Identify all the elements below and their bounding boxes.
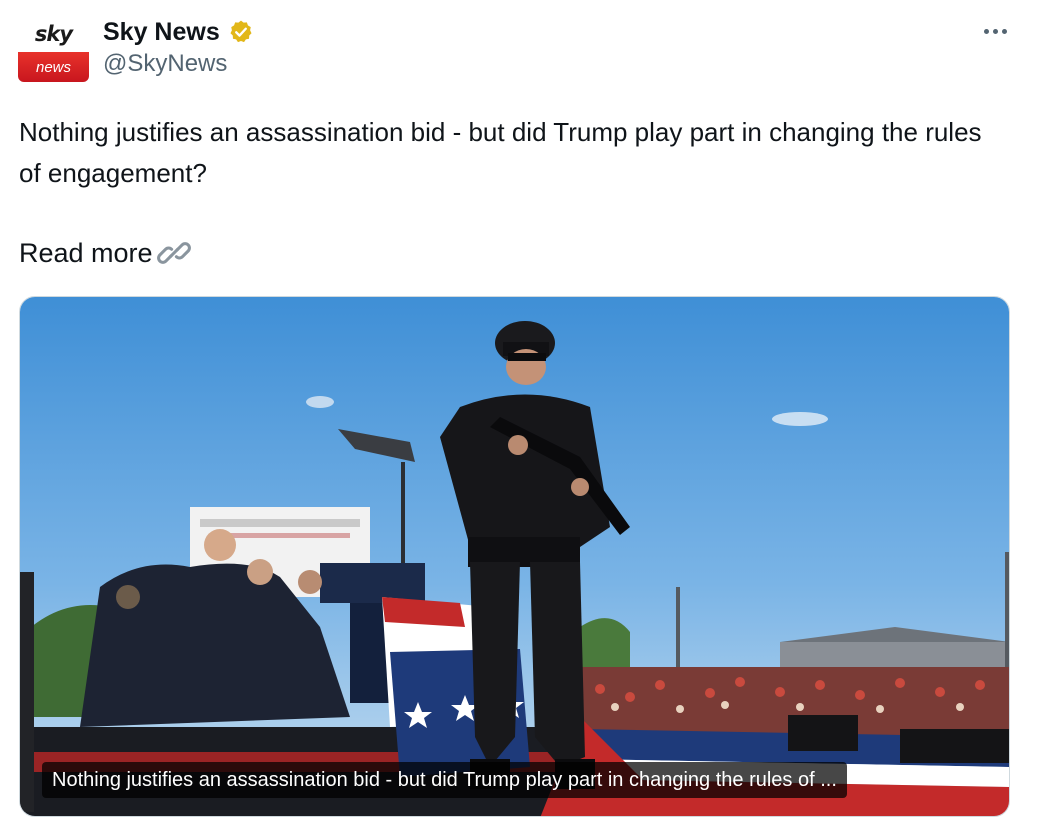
- media-caption: Nothing justifies an assassination bid -…: [42, 762, 847, 798]
- avatar-logo-bottom: news: [18, 52, 89, 82]
- avatar-logo-top: sky: [34, 22, 73, 46]
- read-more-link[interactable]: Read more: [19, 234, 193, 272]
- more-dot: [983, 28, 989, 34]
- author-display-name[interactable]: Sky News: [103, 18, 220, 47]
- avatar[interactable]: sky news: [18, 16, 89, 82]
- link-icon: [156, 242, 191, 264]
- more-dot: [992, 28, 998, 34]
- author-name-row: Sky News: [103, 16, 254, 48]
- more-dot: [1001, 28, 1007, 34]
- tweet-text: Nothing justifies an assassination bid -…: [19, 117, 982, 188]
- verified-badge-icon: [230, 20, 252, 43]
- news-photo: [20, 297, 1009, 816]
- author-handle[interactable]: @SkyNews: [103, 50, 227, 78]
- more-options-icon[interactable]: [978, 16, 1012, 46]
- media-image[interactable]: Nothing justifies an assassination bid -…: [19, 296, 1010, 817]
- read-more-label: Read more: [19, 237, 153, 268]
- tweet-card: sky news Sky News @SkyNews Nothing justi…: [0, 0, 1046, 823]
